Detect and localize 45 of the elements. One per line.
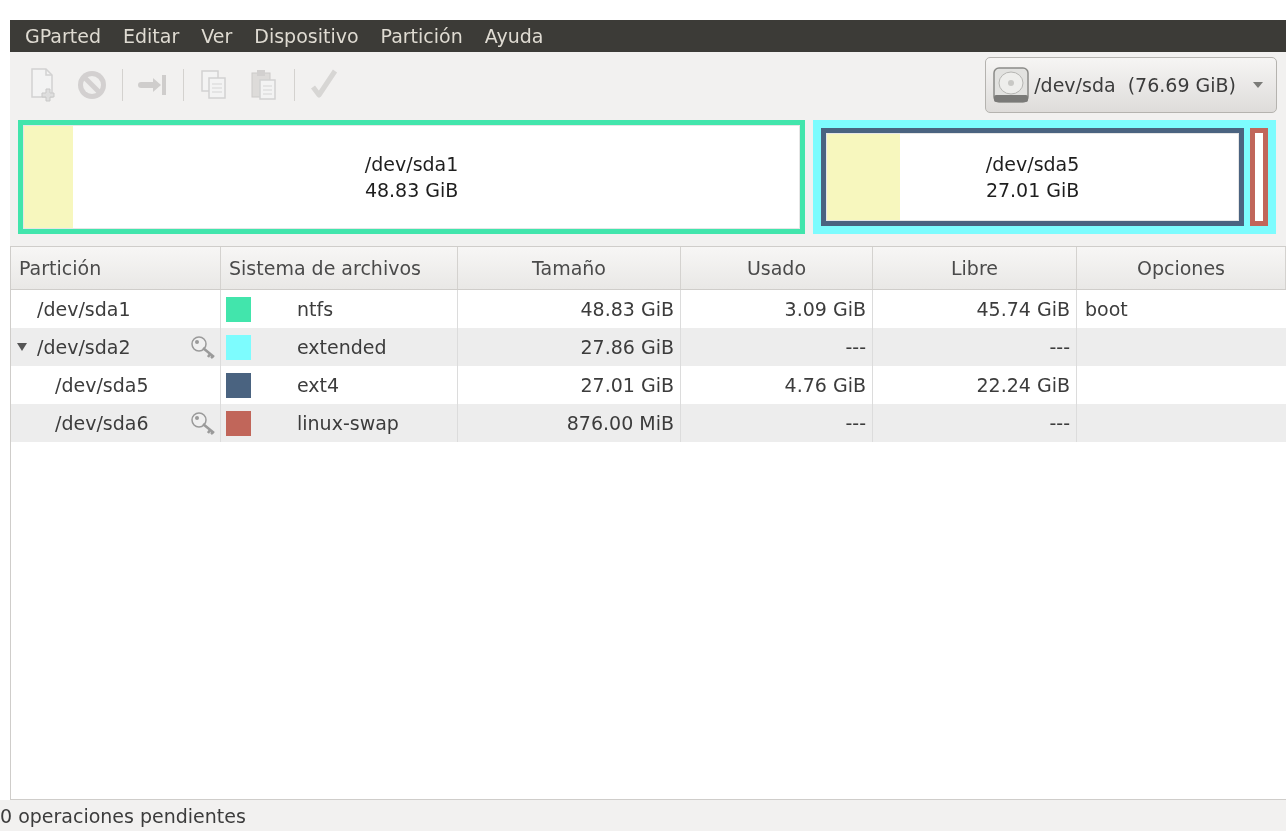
dropdown-caret-icon — [1252, 81, 1264, 89]
menu-item[interactable]: Dispositivo — [243, 20, 370, 52]
table-cell-text: /dev/sda6 — [55, 412, 150, 434]
table-cell: --- — [845, 412, 866, 434]
table-cell: 4.76 GiB — [784, 374, 866, 396]
table-cell: boot — [1085, 298, 1128, 320]
partition-box[interactable]: /dev/sda5 27.01 GiB — [821, 128, 1244, 226]
menu-item[interactable]: Editar — [112, 20, 191, 52]
column-header[interactable]: Sistema de archivos — [221, 247, 458, 289]
column-header[interactable]: Partición — [11, 247, 221, 289]
status-text: 0 operaciones pendientes — [0, 804, 246, 827]
table-cell: 876.00 MiB — [566, 412, 674, 434]
menu-item[interactable]: Partición — [369, 20, 474, 52]
table-cell: 45.74 GiB — [976, 298, 1070, 320]
partition-size: 48.83 GiB — [364, 178, 459, 203]
table-cell: --- — [1049, 412, 1070, 434]
table-cell: 27.01 GiB — [580, 374, 674, 396]
partition-size: 27.01 GiB — [985, 178, 1080, 203]
column-header[interactable]: Usado — [681, 247, 873, 289]
table-cell: ext4 — [297, 374, 340, 396]
column-header[interactable]: Tamaño — [458, 247, 681, 289]
menu-item[interactable]: Ver — [190, 20, 244, 52]
table-cell: --- — [1049, 336, 1070, 358]
table-cell: linux-swap — [297, 412, 399, 434]
partition-name: /dev/sda1 — [364, 152, 459, 177]
extended-partition-box[interactable]: /dev/sda5 27.01 GiB — [813, 120, 1276, 234]
table-cell-text: /dev/sda1 — [37, 298, 132, 320]
table-cell: 22.24 GiB — [976, 374, 1070, 396]
partition-name: /dev/sda5 — [985, 152, 1080, 177]
table-cell-text: /dev/sda5 — [55, 374, 150, 396]
partition-box[interactable] — [1250, 128, 1268, 226]
table-cell: --- — [845, 336, 866, 358]
column-header[interactable]: Libre — [873, 247, 1077, 289]
menu-item[interactable]: GParted — [14, 20, 112, 52]
table-cell: 48.83 GiB — [580, 298, 674, 320]
table-cell: 27.86 GiB — [580, 336, 674, 358]
partition-box[interactable]: /dev/sda1 48.83 GiB — [18, 120, 806, 234]
menu-item[interactable]: Ayuda — [473, 20, 555, 52]
column-header[interactable]: Opciones — [1077, 247, 1286, 289]
device-selector[interactable]: /dev/sda (76.69 GiB) — [985, 57, 1277, 113]
table-cell-text: /dev/sda2 — [37, 336, 132, 358]
table-cell: 3.09 GiB — [784, 298, 866, 320]
table-cell: ntfs — [297, 298, 334, 320]
table-cell: extended — [297, 336, 387, 358]
hard-drive-icon — [992, 65, 1031, 105]
